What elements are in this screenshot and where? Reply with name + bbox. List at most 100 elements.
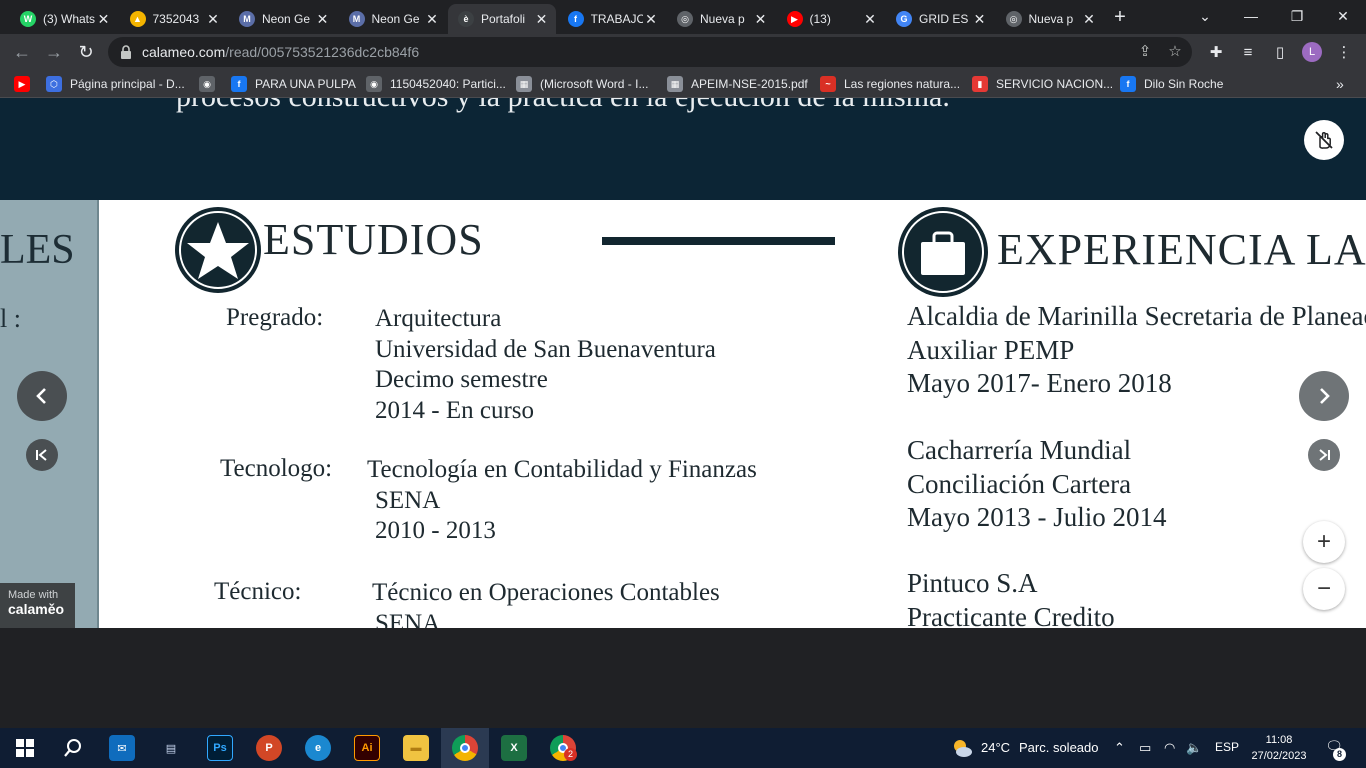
bookmark-item[interactable]: f Dilo Sin Roche	[1120, 76, 1223, 92]
close-tab-icon[interactable]: ✕	[315, 11, 331, 28]
bookmark-item[interactable]: ▮ SERVICIO NACION...	[972, 76, 1113, 92]
close-tab-icon[interactable]: ✕	[753, 11, 769, 28]
flag-icon: ▮	[972, 76, 988, 92]
estudios-label: Pregrado:	[226, 304, 324, 331]
windows-start-icon[interactable]	[12, 735, 38, 761]
detail-line: SENA	[375, 609, 441, 629]
edge-icon[interactable]: e	[305, 735, 331, 761]
forward-icon[interactable]: →	[42, 40, 66, 64]
zoom-in-button[interactable]: +	[1303, 521, 1345, 563]
battery-icon[interactable]: ▭	[1139, 740, 1151, 756]
detail-line: 2010 - 2013	[375, 517, 496, 544]
side-panel-icon[interactable]: ▯	[1270, 43, 1290, 63]
close-tab-icon[interactable]: ✕	[862, 11, 878, 28]
close-tab-icon[interactable]: ✕	[643, 11, 659, 28]
browser-tab[interactable]: M Neon Ge ✕	[229, 4, 337, 34]
browser-tab[interactable]: ◎ Nueva p ✕	[996, 4, 1104, 34]
weather-temperature[interactable]: 24°C	[981, 740, 1010, 755]
wifi-icon[interactable]: ◠	[1164, 740, 1175, 756]
browser-tab[interactable]: M Neon Ge ✕	[339, 4, 447, 34]
language-indicator[interactable]: ESP	[1215, 740, 1239, 754]
more-bookmarks-icon[interactable]: »	[1336, 76, 1344, 92]
close-tab-icon[interactable]: ✕	[424, 11, 440, 28]
tab-title: Neon Ge	[371, 12, 420, 26]
powerpoint-icon[interactable]: P	[256, 735, 282, 761]
extensions-icon[interactable]: ✚	[1206, 43, 1226, 63]
made-with-calameo-badge[interactable]: Made with calaměo	[0, 583, 75, 628]
close-tab-icon[interactable]: ✕	[972, 11, 988, 28]
new-tab-button[interactable]: +	[1110, 6, 1130, 28]
chrome-profile-icon[interactable]	[452, 735, 478, 761]
browser-tab[interactable]: W (3) Whats ✕	[10, 4, 118, 34]
browser-tab[interactable]: ▶ (13) ✕	[777, 4, 885, 34]
detail-line: 2014 - En curso	[375, 396, 534, 424]
reload-icon[interactable]: ↻	[74, 40, 98, 64]
photoshop-icon[interactable]: Ps	[207, 735, 233, 761]
no-hand-icon	[1315, 131, 1333, 149]
illustrator-icon[interactable]: Ai	[354, 735, 380, 761]
search-icon[interactable]	[60, 735, 86, 761]
share-icon[interactable]: ⇪	[1136, 43, 1154, 61]
lock-icon	[121, 45, 131, 59]
previous-page-button[interactable]	[17, 371, 67, 421]
bookmark-item[interactable]: ◉ 1150452040: Partici...	[366, 76, 506, 92]
tab-title: Neon Ge	[262, 12, 311, 26]
zoom-out-button[interactable]: −	[1303, 568, 1345, 610]
bookmark-item[interactable]: ▦ (Microsoft Word - I...	[516, 76, 648, 92]
detail-line: Decimo semestre	[375, 366, 548, 393]
bookmark-label: PARA UNA PULPA	[255, 77, 356, 91]
bookmark-star-icon[interactable]: ☆	[1166, 43, 1184, 61]
bookmark-item[interactable]: ~ Las regiones natura...	[820, 76, 960, 92]
address-bar[interactable]: calameo.com/read/005753521236dc2cb84f6 ⇪…	[108, 37, 1192, 67]
estudios-label: Tecnologo:	[220, 455, 333, 482]
file-explorer-icon[interactable]: ▬	[403, 735, 429, 761]
bookmark-item[interactable]: ▦ APEIM-NSE-2015.pdf	[667, 76, 808, 92]
minimize-button[interactable]: —	[1239, 4, 1263, 28]
close-window-button[interactable]: ✕	[1331, 4, 1355, 28]
bookmark-item[interactable]: f PARA UNA PULPA	[231, 76, 356, 92]
first-page-button[interactable]	[26, 439, 58, 471]
close-tab-icon[interactable]: ✕	[96, 11, 112, 28]
briefcase-icon	[898, 207, 988, 297]
bookmark-item[interactable]: ▶	[14, 76, 38, 92]
weather-condition[interactable]: Parc. soleado	[1019, 740, 1099, 755]
chrome-badge: 2	[564, 748, 577, 761]
close-tab-icon[interactable]: ✕	[534, 11, 550, 28]
browser-tab[interactable]: G GRID ES ✕	[886, 4, 994, 34]
browser-tab[interactable]: ◎ Nueva p ✕	[667, 4, 775, 34]
last-page-button[interactable]	[1308, 439, 1340, 471]
weather-sun-cloud-icon[interactable]	[951, 737, 973, 759]
bookmark-item[interactable]: ◉	[199, 76, 223, 92]
restore-button[interactable]: ❐	[1285, 4, 1309, 28]
news-icon[interactable]: ▤	[158, 735, 184, 761]
browser-toolbar: ← → ↻ calameo.com/read/005753521236dc2cb…	[0, 34, 1366, 70]
excel-icon[interactable]: X	[501, 735, 527, 761]
show-hidden-icons-chevron-icon[interactable]: ⌃	[1114, 740, 1125, 756]
close-tab-icon[interactable]: ✕	[1081, 11, 1097, 28]
bookmark-item[interactable]: ⬡ Página principal - D...	[46, 76, 185, 92]
back-icon[interactable]: ←	[10, 40, 34, 64]
detail-line: Arquitectura	[375, 305, 502, 332]
last-page-icon	[1319, 449, 1330, 461]
browser-tab[interactable]: f TRABAJO ✕	[558, 4, 666, 34]
profile-avatar[interactable]: L	[1302, 42, 1322, 62]
mail-icon[interactable]: ✉	[109, 735, 135, 761]
experiencia-entry: Pintuco S.A Practicante Credito	[907, 567, 1115, 628]
volume-icon[interactable]: 🔈	[1186, 740, 1202, 756]
browser-tab[interactable]: è Portafoli ✕	[448, 4, 556, 34]
detail-line: Cacharrería Mundial	[907, 435, 1132, 465]
close-tab-icon[interactable]: ✕	[205, 11, 221, 28]
tab-title: Nueva p	[1028, 12, 1074, 26]
media-control-icon[interactable]: ≡	[1238, 43, 1258, 63]
detail-line: Universidad de San Buenaventura	[375, 335, 716, 363]
facebook-icon: f	[1120, 76, 1136, 92]
calameo-logo: calaměo	[8, 601, 65, 617]
estudios-details: Arquitectura Universidad de San Buenaven…	[375, 304, 716, 426]
menu-kebab-icon[interactable]: ⋮	[1334, 43, 1354, 63]
browser-tab[interactable]: ▲ 7352043 ✕	[120, 4, 228, 34]
hand-tool-icon[interactable]	[1304, 120, 1344, 160]
detail-line: Practicante Credito	[907, 601, 1115, 629]
tab-search-icon[interactable]: ⌄	[1193, 4, 1217, 28]
clock[interactable]: 11:08 27/02/2023	[1248, 732, 1310, 764]
next-page-button[interactable]	[1299, 371, 1349, 421]
